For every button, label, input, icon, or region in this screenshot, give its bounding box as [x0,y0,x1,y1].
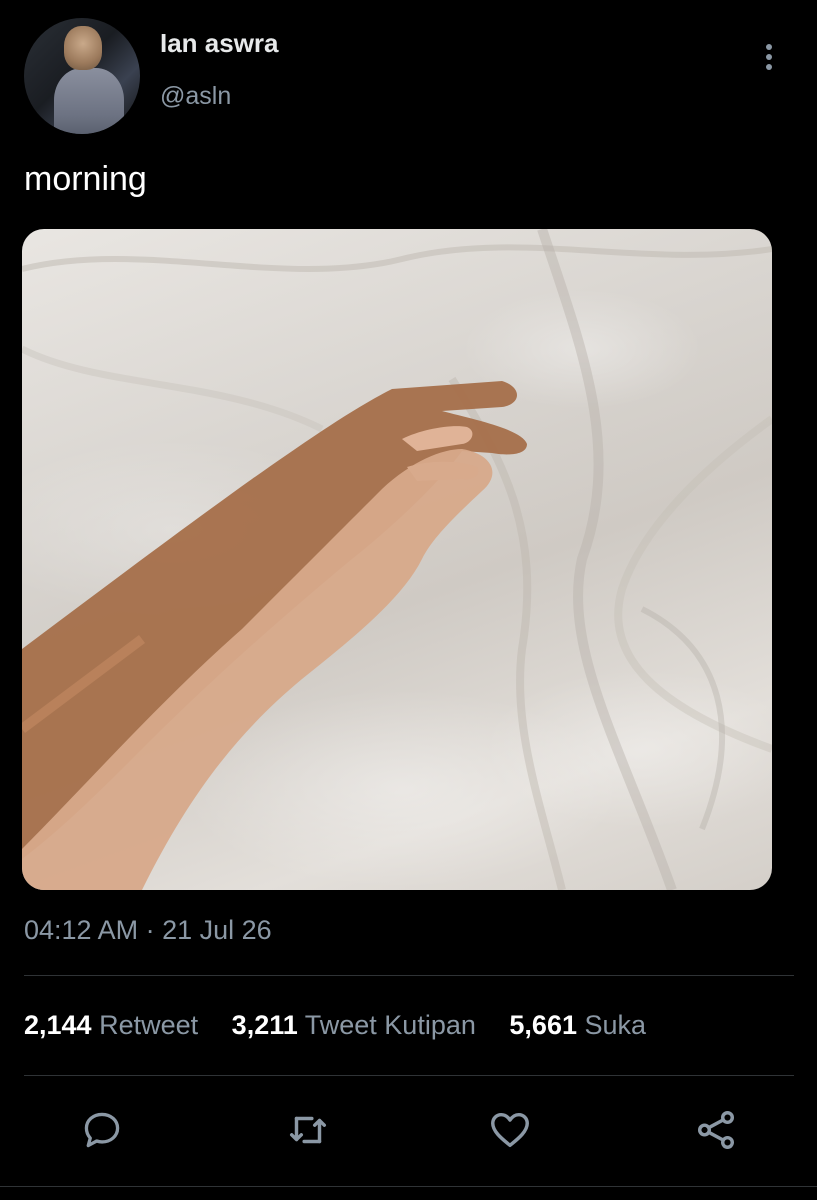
avatar-figure-body [54,68,124,134]
like-count-value: 5,661 [509,1010,577,1040]
more-options-icon[interactable] [752,38,786,76]
tweet-image[interactable] [22,229,772,890]
divider [24,975,794,976]
share-icon [697,1111,735,1149]
like-button[interactable] [480,1100,540,1160]
engagement-stats: 2,144 Retweet 3,211 Tweet Kutipan 5,661 … [24,1010,672,1041]
reply-button[interactable] [72,1100,132,1160]
retweet-icon [289,1116,327,1144]
divider [24,1075,794,1076]
bottom-divider [0,1186,817,1187]
retweet-count[interactable]: 2,144 Retweet [24,1010,198,1041]
reply-icon [84,1112,120,1148]
user-handle[interactable]: @asln [160,82,231,111]
share-button[interactable] [686,1100,746,1160]
quote-tweet-count-label: Tweet Kutipan [304,1010,476,1040]
avatar-figure-head [64,26,102,70]
tweet-timestamp[interactable]: 04:12 AM · 21 Jul 26 [24,915,272,946]
retweet-button[interactable] [278,1100,338,1160]
tweet-text: morning [24,160,147,198]
tweet-header: Ian aswra @asln [0,0,817,150]
retweet-count-label: Retweet [99,1010,199,1040]
like-icon [491,1112,529,1148]
like-count-label: Suka [584,1010,647,1040]
action-bar [0,1100,817,1160]
retweet-count-value: 2,144 [24,1010,92,1040]
quote-tweet-count[interactable]: 3,211 Tweet Kutipan [232,1010,476,1041]
quote-tweet-count-value: 3,211 [231,1010,298,1040]
bedsheet-hands-photo [22,229,772,890]
like-count[interactable]: 5,661 Suka [509,1010,646,1041]
avatar[interactable] [24,18,140,134]
display-name[interactable]: Ian aswra [160,28,279,59]
